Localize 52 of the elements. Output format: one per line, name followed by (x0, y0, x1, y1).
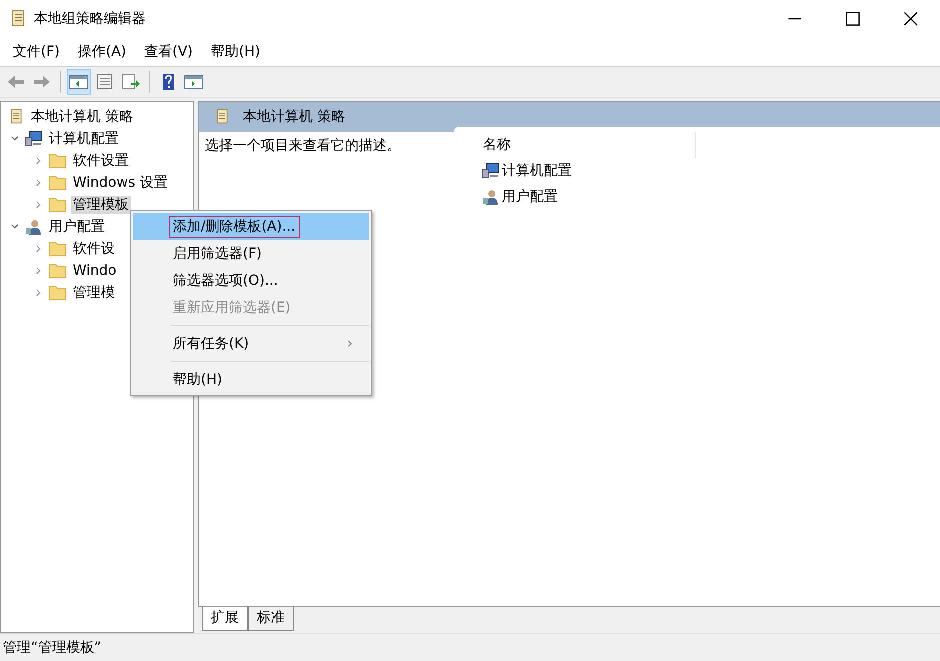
tree-item[interactable]: 用户配置 (47, 218, 107, 236)
tree-item[interactable]: 管理模板 (71, 196, 131, 214)
submenu-arrow: › (347, 336, 353, 352)
user-icon (482, 189, 500, 205)
tree-item[interactable]: 管理模 (71, 284, 117, 302)
folder-icon (49, 197, 67, 213)
list-item[interactable]: 计算机配置 (502, 162, 572, 180)
pane-icon (184, 74, 204, 90)
details-title: 本地计算机 策略 (243, 108, 346, 126)
tree-item[interactable]: Windo (71, 263, 119, 279)
menu-item-label: 启用筛选器(F) (172, 244, 263, 264)
menu-item[interactable]: 启用筛选器(F) (133, 240, 369, 267)
folder-icon (49, 263, 67, 279)
menu-item-label: 筛选器选项(O)... (172, 272, 280, 290)
view-tab[interactable]: 扩展 (202, 607, 248, 631)
computer-icon (482, 163, 500, 179)
menu-item[interactable]: 添加/删除模板(A)... (133, 213, 369, 240)
menu-item-label: 帮助(H) (172, 370, 224, 390)
menu-item[interactable]: 文件(F) (4, 43, 69, 61)
menu-item-label: 重新应用筛选器(E) (172, 298, 292, 318)
folder-icon (49, 175, 67, 191)
export-icon (121, 74, 141, 90)
forward-arrow-icon (32, 74, 52, 90)
computer-icon (25, 131, 43, 147)
tree-toggle-button[interactable] (67, 69, 91, 95)
description-text: 选择一个项目来查看它的描述。 (205, 138, 401, 154)
status-text: 管理“管理模板” (3, 638, 102, 656)
user-icon (25, 219, 43, 235)
document-icon (95, 74, 115, 90)
folder-icon (49, 241, 67, 257)
window-title: 本地组策略编辑器 (34, 10, 146, 28)
menu-item[interactable]: 操作(A) (68, 43, 136, 61)
menu-item[interactable]: 帮助(H) (202, 43, 270, 61)
folder-icon (49, 285, 67, 301)
list-item[interactable]: 用户配置 (502, 188, 558, 206)
menu-item[interactable]: 筛选器选项(O)... (133, 267, 369, 294)
tree-item[interactable]: 软件设 (71, 240, 117, 258)
scroll-icon (10, 10, 26, 28)
menu-item-label: 添加/删除模板(A)... (169, 216, 300, 238)
tree-item[interactable]: 计算机配置 (47, 130, 121, 148)
tree-item[interactable]: 软件设置 (71, 152, 131, 170)
menu-item[interactable]: 所有任务(K) › (133, 330, 369, 357)
column-header[interactable]: 名称 (475, 136, 511, 154)
menu-item-label: 所有任务(K) (172, 334, 250, 354)
tree-item[interactable]: 本地计算机 策略 (29, 108, 136, 126)
back-arrow-icon (6, 74, 26, 90)
folder-icon (49, 153, 67, 169)
menu-item[interactable]: 帮助(H) (133, 366, 369, 393)
tree-item[interactable]: Windows 设置 (71, 174, 170, 192)
view-tab[interactable]: 标准 (248, 607, 294, 631)
pane-icon (69, 74, 89, 90)
menu-item[interactable]: 查看(V) (136, 43, 202, 61)
